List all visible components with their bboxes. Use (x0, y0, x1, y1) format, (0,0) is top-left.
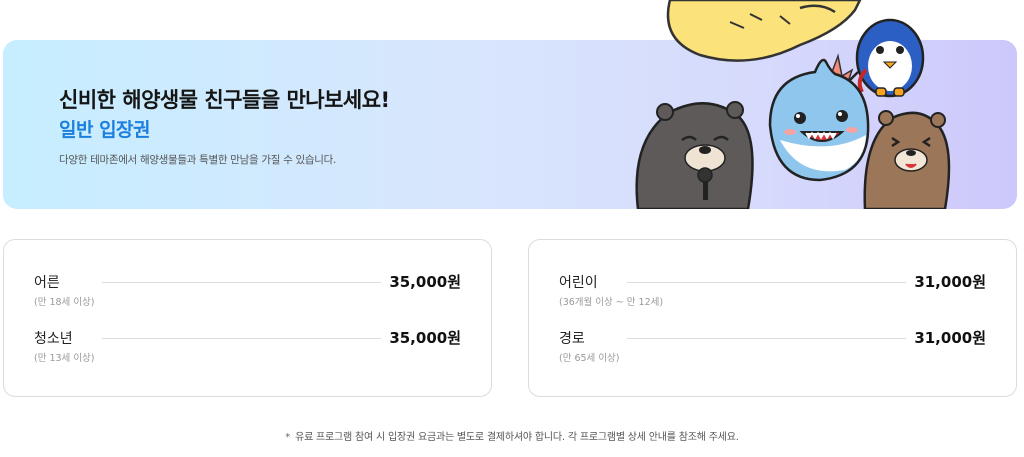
price-card-right: 어린이 (36개월 이상 ~ 만 12세) 31,000원 경로 (만 65세 … (528, 239, 1017, 397)
banner-headline: 신비한 해양생물 친구들을 만나보세요! (59, 88, 390, 112)
banner-subtitle: 일반 입장권 (59, 119, 151, 141)
price-row-senior: 경로 (만 65세 이상) 31,000원 (559, 328, 986, 368)
footnote-text: 유료 프로그램 참여 시 입장권 요금과는 별도로 결제하셔야 합니다. 각 프… (295, 432, 739, 443)
price-label: 어린이 (559, 275, 598, 291)
price-value: 35,000원 (389, 329, 461, 347)
footnote-mark: * (285, 432, 291, 443)
price-value: 31,000원 (914, 329, 986, 347)
price-divider-line (627, 338, 906, 339)
banner-description: 다양한 테마존에서 해양생물들과 특별한 만남을 가질 수 있습니다. (59, 154, 337, 166)
price-note: (만 18세 이상) (34, 297, 95, 308)
sea-animal-mascots-icon (630, 0, 960, 209)
price-divider-line (102, 338, 381, 339)
price-row-youth: 청소년 (만 13세 이상) 35,000원 (34, 328, 461, 368)
price-note: (만 65세 이상) (559, 353, 620, 364)
price-row-child: 어린이 (36개월 이상 ~ 만 12세) 31,000원 (559, 272, 986, 312)
price-label: 경로 (559, 331, 585, 347)
price-value: 31,000원 (914, 273, 986, 291)
price-note: (만 13세 이상) (34, 353, 95, 364)
price-value: 35,000원 (389, 273, 461, 291)
price-label: 어른 (34, 275, 60, 291)
price-label: 청소년 (34, 331, 73, 347)
price-note: (36개월 이상 ~ 만 12세) (559, 297, 664, 308)
footnote: * 유료 프로그램 참여 시 입장권 요금과는 별도로 결제하셔야 합니다. 각 … (0, 428, 1024, 443)
price-row-adult: 어른 (만 18세 이상) 35,000원 (34, 272, 461, 312)
price-divider-line (102, 282, 381, 283)
price-card-left: 어른 (만 18세 이상) 35,000원 청소년 (만 13세 이상) 35,… (3, 239, 492, 397)
price-divider-line (627, 282, 906, 283)
